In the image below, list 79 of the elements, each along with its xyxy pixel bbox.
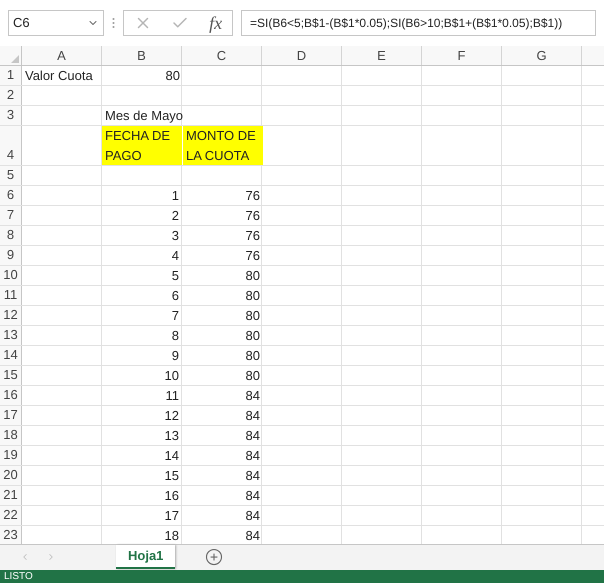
name-box[interactable]: C6: [8, 10, 104, 36]
table-cell-text: 4: [170, 247, 180, 265]
table-cell-text: 7: [170, 307, 180, 325]
row-header[interactable]: 10: [0, 266, 22, 285]
column-header[interactable]: E: [342, 46, 422, 65]
row-header[interactable]: 18: [0, 426, 22, 445]
column-header[interactable]: A: [22, 46, 102, 65]
insert-function-button[interactable]: fx: [209, 10, 222, 36]
cell-reference: C6: [13, 14, 30, 32]
column-header[interactable]: C: [182, 46, 262, 65]
table-cell-text: 80: [164, 67, 181, 85]
formula-field[interactable]: =SI(B6<5;B$1-(B$1*0.05);SI(B6>10;B$1+(B$1*0.05);B$1)): [241, 10, 596, 36]
row-header[interactable]: 6: [0, 186, 22, 205]
table-cell-text: 84: [244, 427, 261, 445]
row-header[interactable]: 23: [0, 526, 22, 544]
row-header[interactable]: 17: [0, 406, 22, 425]
sheet-tab[interactable]: Hoja1: [116, 545, 176, 569]
row-header[interactable]: 4: [0, 126, 22, 165]
vertical-dots-icon: [112, 17, 115, 29]
row-header[interactable]: 8: [0, 226, 22, 245]
table-cell-text: 76: [244, 247, 261, 265]
table-cell-text: 8: [170, 327, 180, 345]
table-cell-text: 10: [164, 367, 180, 385]
table-cell-text: 80: [244, 347, 261, 365]
column-header[interactable]: F: [422, 46, 502, 65]
table-cell-text: 15: [164, 467, 180, 485]
table-cell-text: 80: [244, 367, 261, 385]
column-header[interactable]: G: [502, 46, 582, 65]
table-cell-text: 17: [164, 507, 180, 525]
table-cell-text: Mes de Mayo: [104, 107, 182, 125]
row-header[interactable]: 9: [0, 246, 22, 265]
table-cell-text: 12: [164, 407, 180, 425]
column-header[interactable]: B: [102, 46, 182, 65]
row-header[interactable]: 21: [0, 486, 22, 505]
row-header[interactable]: 22: [0, 506, 22, 525]
row-header[interactable]: 2: [0, 86, 22, 105]
table-cell-text: 18: [164, 527, 180, 544]
table-cell-text: 76: [244, 227, 261, 245]
row-header[interactable]: 16: [0, 386, 22, 405]
table-cell-text: 84: [244, 447, 261, 465]
table-cell-text: 76: [244, 187, 261, 205]
table-cell: FECHA DE PAGO: [102, 126, 182, 165]
row-header[interactable]: 7: [0, 206, 22, 225]
table-cell-text: 2: [170, 207, 180, 225]
row-header[interactable]: 1: [0, 66, 22, 85]
table-cell-text: 84: [244, 487, 261, 505]
row-header[interactable]: 15: [0, 366, 22, 385]
table-cell-text: 3: [170, 227, 180, 245]
table-cell-text: 76: [244, 207, 261, 225]
table-cell-text: 80: [244, 267, 261, 285]
row-header[interactable]: 20: [0, 466, 22, 485]
table-cell-text: 1: [170, 187, 180, 205]
table-cell-text: 84: [244, 527, 261, 544]
table-cell-text: 11: [164, 387, 180, 405]
row-header[interactable]: 11: [0, 286, 22, 305]
table-cell-text: 80: [244, 307, 261, 325]
row-header[interactable]: 3: [0, 106, 22, 125]
table-cell: MONTO DE LA CUOTA: [183, 126, 263, 165]
table-cell-text: 14: [164, 447, 180, 465]
column-header[interactable]: D: [262, 46, 342, 65]
table-cell-text: 84: [244, 387, 261, 405]
row-header[interactable]: 19: [0, 446, 22, 465]
row-header[interactable]: 13: [0, 326, 22, 345]
add-sheet-icon[interactable]: [205, 548, 224, 566]
row-header[interactable]: 5: [0, 166, 22, 185]
table-cell-text: 16: [164, 487, 180, 505]
row-header[interactable]: 14: [0, 346, 22, 365]
table-cell-text: 84: [244, 467, 261, 485]
row-header[interactable]: 12: [0, 306, 22, 325]
table-cell-text: 84: [244, 407, 261, 425]
table-cell-text: 9: [170, 347, 180, 365]
table-cell-text: 84: [244, 507, 261, 525]
table-cell-text: 5: [170, 267, 180, 285]
status-text: LISTO: [4, 571, 33, 582]
table-cell-text: 80: [244, 287, 261, 305]
table-cell-text: 80: [244, 327, 261, 345]
table-cell-text: 13: [164, 427, 180, 445]
table-cell-text: Valor Cuota: [24, 67, 94, 85]
table-cell-text: 6: [170, 287, 180, 305]
